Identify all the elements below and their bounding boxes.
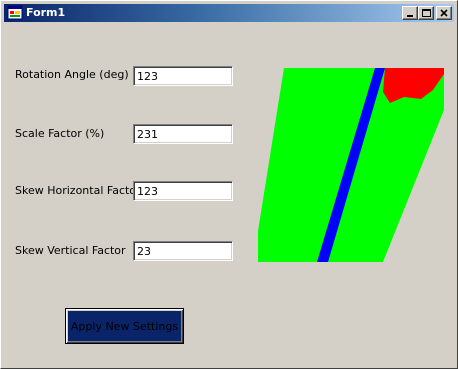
rotation-angle-input[interactable] [133,66,233,86]
skew-vertical-input[interactable] [133,241,233,261]
close-icon [440,9,448,17]
rotation-angle-label: Rotation Angle (deg) [15,68,129,81]
scale-factor-input[interactable] [133,124,233,144]
main-window: Form1 Rotation Angle (deg) Scale Factor … [0,0,458,369]
skew-horizontal-label: Skew Horizontal Factor [15,184,141,197]
window-title: Form1 [26,6,66,19]
scale-factor-label: Scale Factor (%) [15,127,105,140]
maximize-button[interactable] [418,6,434,20]
close-button[interactable] [436,6,452,20]
minimize-icon [407,15,413,17]
title-bar[interactable]: Form1 [4,4,454,22]
apply-new-settings-button[interactable]: Apply New Settings [65,308,184,344]
skew-horizontal-input[interactable] [133,181,233,201]
skew-vertical-label: Skew Vertical Factor [15,244,126,257]
transformed-image-preview [258,68,444,262]
minimize-button[interactable] [402,6,418,20]
maximize-icon [422,9,431,17]
form-icon[interactable] [7,5,23,21]
